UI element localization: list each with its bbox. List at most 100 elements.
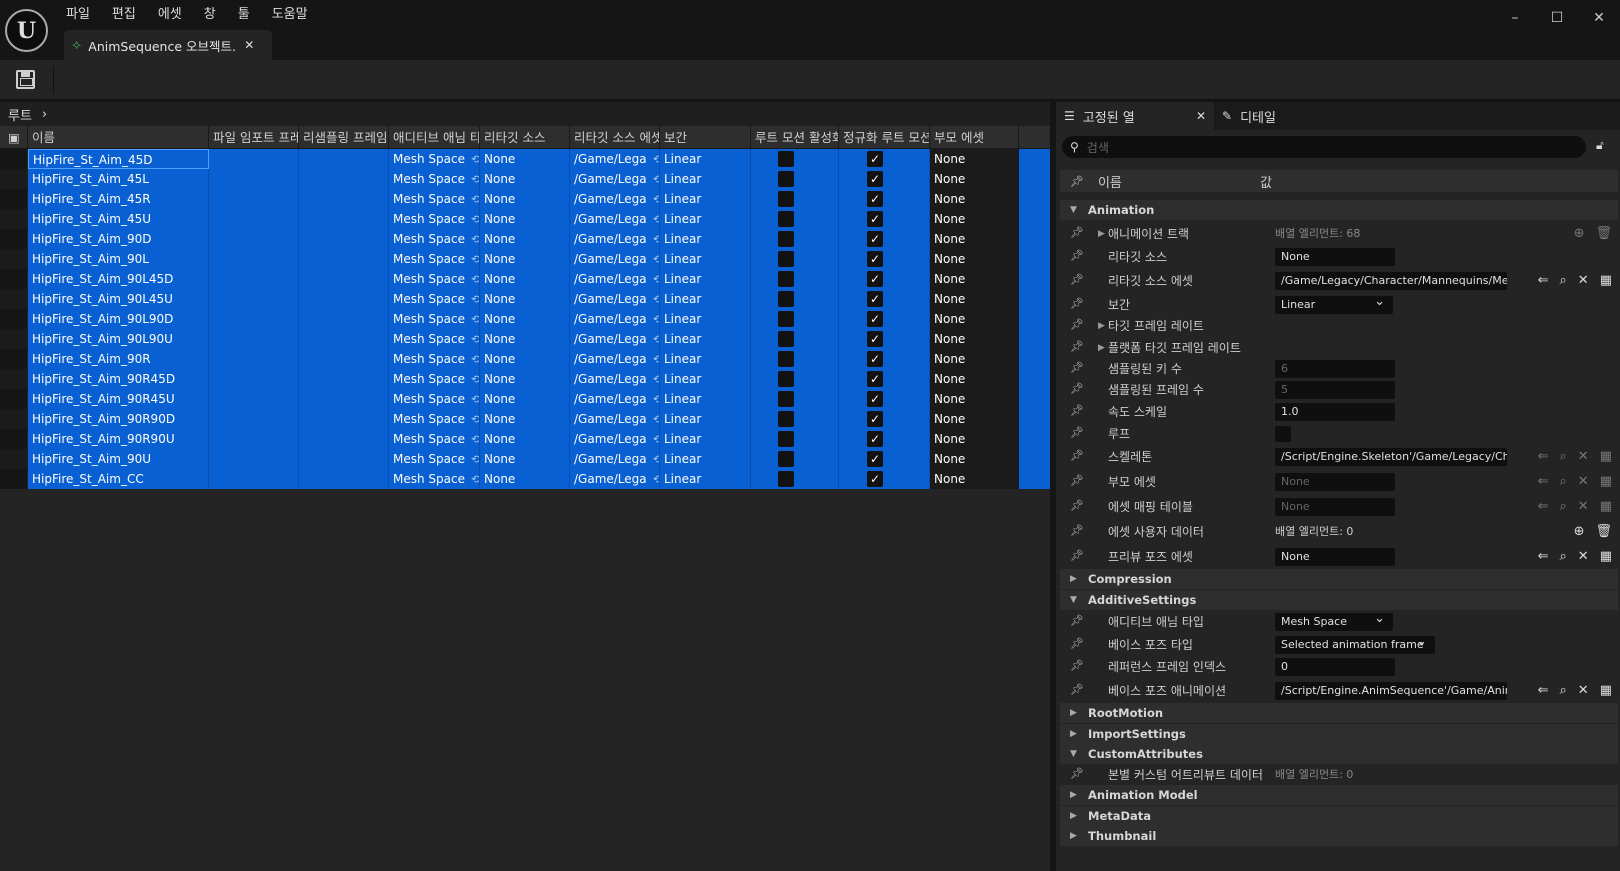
cell-parent[interactable]: None bbox=[930, 209, 1019, 229]
cell-name[interactable]: HipFire_St_Aim_90L90D bbox=[28, 309, 209, 329]
reset-icon[interactable]: ⟲ bbox=[653, 473, 659, 486]
column-header[interactable]: 애디티브 애님 타 bbox=[389, 126, 480, 148]
cell-interp[interactable]: Linear bbox=[660, 469, 751, 489]
cell-additive[interactable]: Mesh Space ⟲ bbox=[389, 449, 480, 469]
menu-asset[interactable]: 에셋 bbox=[147, 4, 193, 26]
pin-icon[interactable]: 📌︎ bbox=[1070, 361, 1084, 374]
pin-icon[interactable]: 📌︎ bbox=[1070, 340, 1084, 353]
save-column-icon[interactable]: ▣ bbox=[0, 126, 28, 148]
add-icon[interactable]: ⊕ bbox=[1574, 524, 1585, 539]
cell-parent[interactable]: None bbox=[930, 349, 1019, 369]
cell-import-frame[interactable] bbox=[209, 349, 299, 369]
cell-name[interactable]: HipFire_St_Aim_90D bbox=[28, 229, 209, 249]
property-value[interactable]: None bbox=[1275, 248, 1395, 266]
cell-retarget[interactable]: None bbox=[480, 249, 570, 269]
grid-icon[interactable]: ▦ bbox=[1600, 683, 1612, 698]
root-motion-checkbox[interactable] bbox=[778, 211, 794, 227]
cell-interp[interactable]: Linear bbox=[660, 209, 751, 229]
pin-icon[interactable]: 📌︎ bbox=[1070, 318, 1084, 331]
use-selected-icon[interactable]: ⇐ bbox=[1538, 549, 1549, 564]
cell-retarget[interactable]: None bbox=[480, 149, 570, 169]
clear-icon[interactable]: ✕ bbox=[1578, 273, 1589, 288]
reset-icon[interactable]: ⟲ bbox=[471, 153, 479, 166]
cell-resample-frame[interactable] bbox=[299, 469, 389, 489]
reset-icon[interactable]: ⟲ bbox=[471, 453, 479, 466]
reset-icon[interactable]: ⟲ bbox=[653, 433, 659, 446]
reset-icon[interactable]: ⟲ bbox=[471, 433, 479, 446]
triangle-right-icon[interactable]: ▶ bbox=[1070, 569, 1077, 589]
cell-name[interactable]: HipFire_St_Aim_90R90U bbox=[28, 429, 209, 449]
grid-icon[interactable]: ▦ bbox=[1600, 549, 1612, 564]
root-motion-checkbox[interactable] bbox=[778, 151, 794, 167]
property-value[interactable]: Linear bbox=[1275, 296, 1393, 314]
cell-import-frame[interactable] bbox=[209, 429, 299, 449]
minimize-icon[interactable]: – bbox=[1494, 6, 1536, 30]
clear-icon[interactable]: ✕ bbox=[1578, 499, 1589, 514]
cell-interp[interactable]: Linear bbox=[660, 349, 751, 369]
reset-icon[interactable]: ⟲ bbox=[471, 333, 479, 346]
root-motion-checkbox[interactable] bbox=[778, 371, 794, 387]
cell-import-frame[interactable] bbox=[209, 469, 299, 489]
reset-icon[interactable]: ⟲ bbox=[471, 393, 479, 406]
loop-checkbox[interactable] bbox=[1275, 426, 1291, 442]
pin-icon[interactable]: 📌︎ bbox=[1070, 549, 1084, 562]
normalize-checkbox[interactable]: ✓ bbox=[867, 431, 883, 447]
root-motion-checkbox[interactable] bbox=[778, 471, 794, 487]
table-row[interactable]: HipFire_St_Aim_90L90U Mesh Space ⟲ None/Gam… bbox=[0, 329, 1050, 349]
browse-icon[interactable]: ⌕ bbox=[1560, 499, 1567, 514]
cell-import-frame[interactable] bbox=[209, 329, 299, 349]
cell-import-frame[interactable] bbox=[209, 409, 299, 429]
cell-parent[interactable]: None bbox=[930, 429, 1019, 449]
root-motion-checkbox[interactable] bbox=[778, 351, 794, 367]
reset-icon[interactable]: ⟲ bbox=[653, 293, 659, 306]
pin-icon[interactable]: 📌︎ bbox=[1070, 637, 1084, 650]
pin-icon[interactable]: 📌︎ bbox=[1070, 524, 1084, 537]
triangle-right-icon[interactable]: ▶ bbox=[1098, 223, 1105, 245]
browse-icon[interactable]: ⌕ bbox=[1560, 449, 1567, 464]
cell-retarget-asset[interactable]: /Game/Lega ⟲ bbox=[570, 449, 660, 469]
tab-details[interactable]: ✎ 디테일 bbox=[1214, 102, 1284, 130]
cell-interp[interactable]: Linear bbox=[660, 409, 751, 429]
cell-resample-frame[interactable] bbox=[299, 289, 389, 309]
cell-retarget[interactable]: None bbox=[480, 329, 570, 349]
pin-icon[interactable]: 📌︎ bbox=[1070, 499, 1084, 512]
table-row[interactable]: HipFire_St_Aim_90R45D Mesh Space ⟲ None/Gam… bbox=[0, 369, 1050, 389]
cell-retarget[interactable]: None bbox=[480, 389, 570, 409]
cell-import-frame[interactable] bbox=[209, 449, 299, 469]
cell-retarget[interactable]: None bbox=[480, 309, 570, 329]
reset-icon[interactable]: ⟲ bbox=[471, 193, 479, 206]
cell-additive[interactable]: Mesh Space ⟲ bbox=[389, 289, 480, 309]
cell-resample-frame[interactable] bbox=[299, 209, 389, 229]
cell-interp[interactable]: Linear bbox=[660, 329, 751, 349]
pin-icon[interactable]: 📌︎ bbox=[1070, 659, 1084, 672]
normalize-checkbox[interactable]: ✓ bbox=[867, 331, 883, 347]
cell-retarget-asset[interactable]: /Game/Lega ⟲ bbox=[570, 369, 660, 389]
use-selected-icon[interactable]: ⇐ bbox=[1538, 683, 1549, 698]
use-selected-icon[interactable]: ⇐ bbox=[1538, 499, 1549, 514]
cell-parent[interactable]: None bbox=[930, 229, 1019, 249]
cell-interp[interactable]: Linear bbox=[660, 449, 751, 469]
normalize-checkbox[interactable]: ✓ bbox=[867, 451, 883, 467]
cell-parent[interactable]: None bbox=[930, 309, 1019, 329]
cell-resample-frame[interactable] bbox=[299, 349, 389, 369]
document-tab[interactable]: ⟡ AnimSequence 오브젝트... ✕ bbox=[64, 30, 272, 60]
root-motion-checkbox[interactable] bbox=[778, 331, 794, 347]
reset-icon[interactable]: ⟲ bbox=[653, 233, 659, 246]
reset-icon[interactable]: ⟲ bbox=[653, 413, 659, 426]
cell-interp[interactable]: Linear bbox=[660, 189, 751, 209]
cell-import-frame[interactable] bbox=[209, 149, 299, 169]
root-motion-checkbox[interactable] bbox=[778, 251, 794, 267]
cell-additive[interactable]: Mesh Space ⟲ bbox=[389, 189, 480, 209]
table-row[interactable]: HipFire_St_Aim_45D Mesh Space ⟲ None/Game/L… bbox=[0, 149, 1050, 169]
clear-icon[interactable]: ✕ bbox=[1578, 683, 1589, 698]
maximize-icon[interactable]: ☐ bbox=[1536, 6, 1578, 30]
cell-retarget[interactable]: None bbox=[480, 469, 570, 489]
column-header[interactable]: 부모 에셋 bbox=[930, 126, 1019, 148]
table-row[interactable]: HipFire_St_Aim_90L90D Mesh Space ⟲ None/Gam… bbox=[0, 309, 1050, 329]
root-motion-checkbox[interactable] bbox=[778, 291, 794, 307]
cell-interp[interactable]: Linear bbox=[660, 309, 751, 329]
cell-interp[interactable]: Linear bbox=[660, 369, 751, 389]
browse-icon[interactable]: ⌕ bbox=[1560, 549, 1567, 564]
grid-icon[interactable]: ▦ bbox=[1600, 273, 1612, 288]
reset-icon[interactable]: ⟲ bbox=[653, 373, 659, 386]
